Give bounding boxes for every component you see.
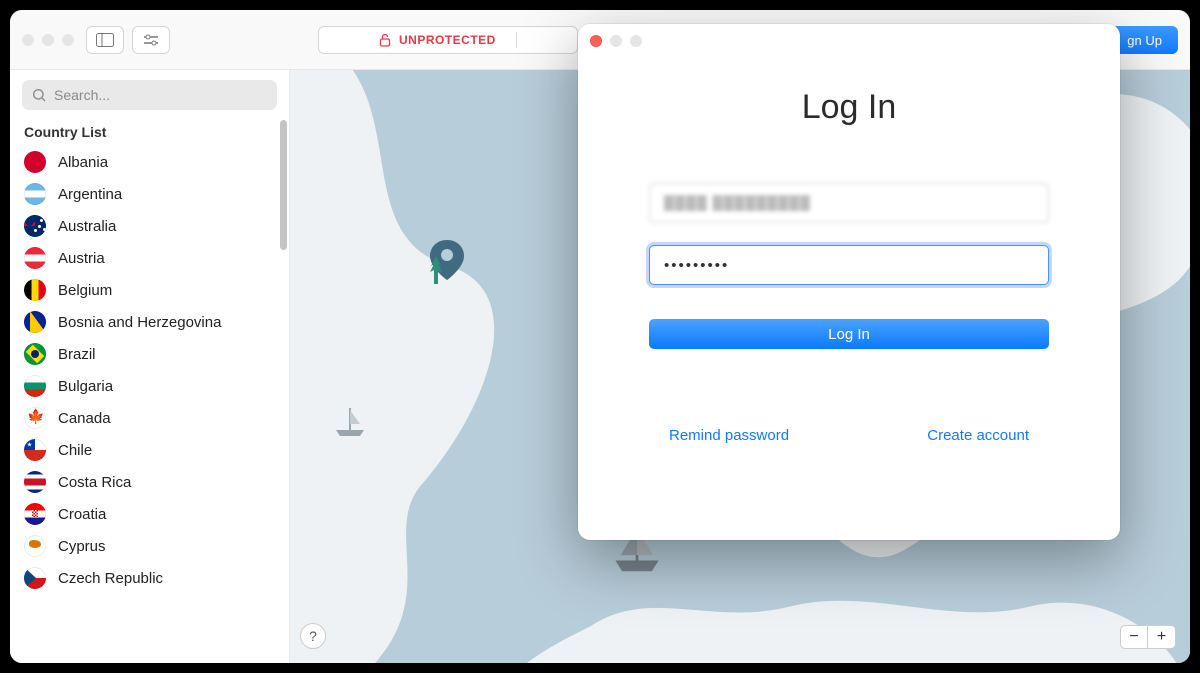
sidebar: Country List Albania Argentina Australia Au… [10, 70, 290, 663]
country-item[interactable]: Bosnia and Herzegovina [10, 306, 289, 338]
flag-icon [24, 503, 46, 525]
login-title: Log In [802, 88, 897, 127]
flag-icon [24, 247, 46, 269]
unlock-icon [379, 33, 391, 47]
flag-icon [24, 407, 46, 429]
divider [516, 32, 517, 48]
country-label: Czech Republic [58, 570, 163, 587]
sidebar-icon [96, 33, 114, 47]
traffic-min-icon[interactable] [42, 34, 54, 46]
connection-status[interactable]: UNPROTECTED [318, 26, 578, 54]
country-item[interactable]: Chile [10, 434, 289, 466]
search-input[interactable] [22, 80, 277, 110]
country-item[interactable]: Argentina [10, 178, 289, 210]
flag-icon [24, 471, 46, 493]
flag-icon [24, 151, 46, 173]
settings-button[interactable] [132, 26, 170, 54]
minimize-icon[interactable] [610, 35, 622, 47]
country-label: Costa Rica [58, 474, 131, 491]
create-account-link[interactable]: Create account [927, 427, 1029, 444]
country-list-header: Country List [10, 120, 289, 146]
flag-icon [24, 279, 46, 301]
flag-icon [24, 375, 46, 397]
country-label: Argentina [58, 186, 122, 203]
country-label: Brazil [58, 346, 96, 363]
status-text: UNPROTECTED [399, 33, 496, 47]
flag-icon [24, 535, 46, 557]
country-label: Croatia [58, 506, 106, 523]
flag-icon [24, 215, 46, 237]
traffic-max-icon[interactable] [62, 34, 74, 46]
zoom-controls: − + [1120, 625, 1176, 649]
close-icon[interactable] [590, 35, 602, 47]
country-label: Canada [58, 410, 111, 427]
country-label: Austria [58, 250, 105, 267]
help-button[interactable]: ? [300, 623, 326, 649]
country-item[interactable]: Albania [10, 146, 289, 178]
country-item[interactable]: Austria [10, 242, 289, 274]
country-item[interactable]: Bulgaria [10, 370, 289, 402]
country-list[interactable]: Albania Argentina Australia Austria Belgium B… [10, 146, 289, 663]
window-traffic-lights[interactable] [22, 34, 74, 46]
country-label: Chile [58, 442, 92, 459]
login-window: Log In Log In Remind password Create acc… [578, 24, 1120, 540]
flag-icon [24, 311, 46, 333]
maximize-icon[interactable] [630, 35, 642, 47]
flag-icon [24, 439, 46, 461]
traffic-close-icon[interactable] [22, 34, 34, 46]
country-label: Albania [58, 154, 108, 171]
country-item[interactable]: Australia [10, 210, 289, 242]
username-field[interactable] [649, 183, 1049, 223]
sidebar-toggle-button[interactable] [86, 26, 124, 54]
boat-icon [330, 400, 370, 448]
scrollbar-thumb[interactable] [280, 120, 287, 250]
zoom-in-button[interactable]: + [1148, 625, 1176, 649]
flag-icon [24, 183, 46, 205]
country-label: Belgium [58, 282, 112, 299]
country-item[interactable]: Cyprus [10, 530, 289, 562]
country-item[interactable]: Brazil [10, 338, 289, 370]
zoom-out-button[interactable]: − [1120, 625, 1148, 649]
country-item[interactable]: Czech Republic [10, 562, 289, 594]
flag-icon [24, 567, 46, 589]
login-links: Remind password Create account [649, 427, 1049, 444]
login-titlebar [578, 24, 1120, 58]
country-item[interactable]: Croatia [10, 498, 289, 530]
country-label: Australia [58, 218, 116, 235]
sliders-icon [142, 33, 160, 47]
country-label: Cyprus [58, 538, 106, 555]
signup-button[interactable]: gn Up [1111, 26, 1178, 54]
country-item[interactable]: Belgium [10, 274, 289, 306]
country-label: Bulgaria [58, 378, 113, 395]
country-label: Bosnia and Herzegovina [58, 314, 221, 331]
password-field[interactable] [649, 245, 1049, 285]
login-button[interactable]: Log In [649, 319, 1049, 349]
location-pin-icon[interactable] [430, 240, 464, 295]
remind-password-link[interactable]: Remind password [669, 427, 789, 444]
country-item[interactable]: Costa Rica [10, 466, 289, 498]
country-item[interactable]: Canada [10, 402, 289, 434]
flag-icon [24, 343, 46, 365]
